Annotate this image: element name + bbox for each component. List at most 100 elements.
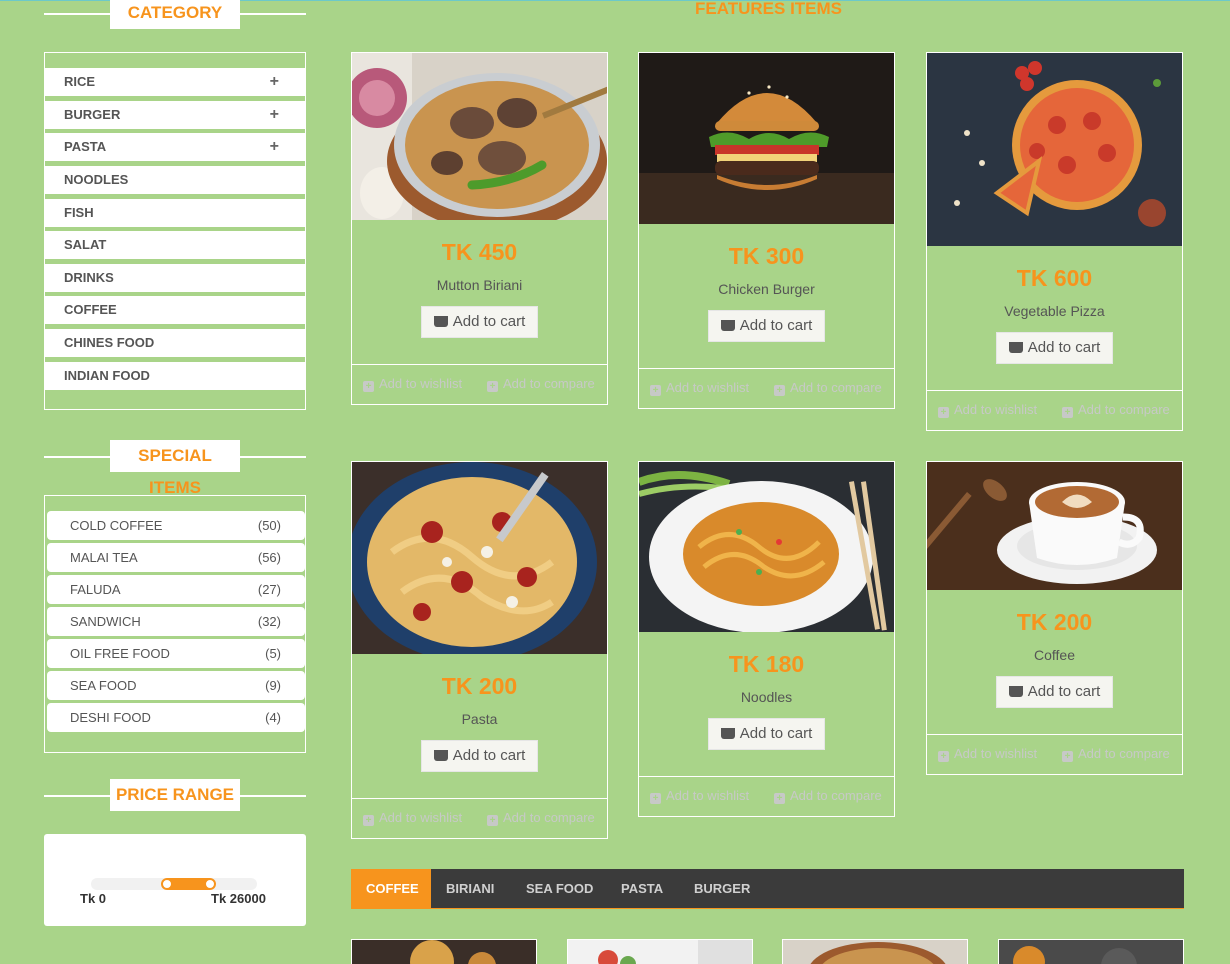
category-item-indian-food[interactable]: INDIAN FOOD (45, 362, 305, 390)
product-image[interactable] (352, 53, 607, 220)
category-item-rice[interactable]: RICE + (45, 68, 305, 96)
price-max-label: Tk 26000 (211, 891, 266, 906)
add-to-wishlist-link[interactable]: + Add to wishlist (938, 402, 1037, 418)
plus-square-icon: + (487, 815, 498, 826)
plus-icon[interactable]: + (270, 133, 279, 161)
tab-coffee[interactable]: COFFEE (351, 869, 431, 908)
special-item-malai-tea[interactable]: MALAI TEA (56) (47, 543, 305, 572)
add-to-cart-button[interactable]: Add to cart (708, 718, 825, 750)
plus-square-icon: + (774, 385, 785, 396)
special-item-sandwich[interactable]: SANDWICH (32) (47, 607, 305, 636)
plus-icon[interactable]: + (270, 68, 279, 96)
plus-square-icon: + (363, 381, 374, 392)
wishlist-label: Add to wishlist (379, 376, 463, 391)
product-card: TK 300 Chicken Burger Add to cart + Add t… (638, 52, 895, 409)
product-card: TK 450 Mutton Biriani Add to cart + Add t… (351, 52, 608, 405)
tab-product-image[interactable] (567, 939, 753, 964)
special-count: (50) (257, 518, 281, 533)
food-thumbnail-image (568, 940, 752, 964)
special-item-deshi-food[interactable]: DESHI FOOD (4) (47, 703, 305, 732)
product-price: TK 300 (728, 243, 805, 269)
category-item-drinks[interactable]: DRINKS (45, 264, 305, 292)
product-image[interactable] (927, 53, 1182, 246)
category-item-salat[interactable]: SALAT (45, 231, 305, 259)
tab-product-image[interactable] (351, 939, 537, 964)
add-to-compare-link[interactable]: + Add to compare (1062, 402, 1170, 418)
plus-square-icon: + (938, 407, 949, 418)
tab-sea-food[interactable]: SEA FOOD (511, 869, 608, 908)
add-to-cart-button[interactable]: Add to cart (421, 740, 538, 772)
tab-product-image[interactable] (998, 939, 1184, 964)
divider (927, 390, 1182, 391)
price-slider-max-handle[interactable] (205, 879, 215, 889)
shopping-cart-icon (1008, 342, 1023, 353)
add-to-compare-link[interactable]: + Add to compare (774, 788, 882, 804)
plus-square-icon: + (774, 793, 785, 804)
compare-label: Add to compare (1078, 402, 1170, 417)
add-to-wishlist-link[interactable]: + Add to wishlist (650, 380, 749, 396)
add-to-compare-link[interactable]: + Add to compare (487, 376, 595, 392)
tab-pasta[interactable]: PASTA (606, 869, 678, 908)
plus-icon[interactable]: + (270, 101, 279, 129)
add-to-wishlist-link[interactable]: + Add to wishlist (363, 810, 462, 826)
shopping-cart-icon (433, 316, 448, 327)
product-name: Chicken Burger (718, 281, 815, 297)
add-to-wishlist-link[interactable]: + Add to wishlist (650, 788, 749, 804)
special-section-title: SPECIAL ITEMS (44, 440, 306, 497)
category-label: RICE (64, 74, 96, 89)
add-to-compare-link[interactable]: + Add to compare (487, 810, 595, 826)
add-to-wishlist-link[interactable]: + Add to wishlist (938, 746, 1037, 762)
category-item-chines-food[interactable]: CHINES FOOD (45, 329, 305, 357)
plus-square-icon: + (938, 751, 949, 762)
special-label: COLD COFFEE (70, 518, 163, 533)
price-slider-min-handle[interactable] (162, 879, 172, 889)
product-image[interactable] (352, 462, 607, 654)
add-to-cart-button[interactable]: Add to cart (421, 306, 538, 338)
plus-square-icon: + (487, 381, 498, 392)
category-label: INDIAN FOOD (64, 368, 150, 383)
tab-biriani[interactable]: BIRIANI (431, 869, 509, 908)
product-image[interactable] (639, 53, 894, 224)
special-item-oil-free-food[interactable]: OIL FREE FOOD (5) (47, 639, 305, 668)
add-to-cart-label: Add to cart (452, 747, 526, 764)
category-item-noodles[interactable]: NOODLES (45, 166, 305, 194)
pizza-image (927, 53, 1182, 246)
special-item-cold-coffee[interactable]: COLD COFFEE (50) (47, 511, 305, 540)
tab-product-image[interactable] (782, 939, 968, 964)
wishlist-label: Add to wishlist (379, 810, 463, 825)
wishlist-label: Add to wishlist (954, 402, 1038, 417)
category-item-fish[interactable]: FISH (45, 199, 305, 227)
add-to-cart-button[interactable]: Add to cart (708, 310, 825, 342)
special-count: (27) (257, 582, 281, 597)
plus-square-icon: + (650, 793, 661, 804)
special-label: FALUDA (70, 582, 121, 597)
category-item-pasta[interactable]: PASTA + (45, 133, 305, 161)
divider (639, 776, 894, 777)
food-thumbnail-image (352, 940, 536, 964)
add-to-wishlist-link[interactable]: + Add to wishlist (363, 376, 462, 392)
category-label: PASTA (64, 139, 107, 154)
special-item-faluda[interactable]: FALUDA (27) (47, 575, 305, 604)
category-label: SALAT (64, 237, 107, 252)
special-count: (5) (265, 646, 281, 661)
product-image[interactable] (639, 462, 894, 632)
product-card: TK 180 Noodles Add to cart + Add to wishl… (638, 461, 895, 817)
product-name: Mutton Biriani (436, 277, 523, 293)
food-thumbnail-image (999, 940, 1183, 964)
special-item-sea-food[interactable]: SEA FOOD (9) (47, 671, 305, 700)
tab-burger[interactable]: BURGER (679, 869, 765, 908)
wishlist-label: Add to wishlist (666, 788, 750, 803)
add-to-compare-link[interactable]: + Add to compare (774, 380, 882, 396)
add-to-compare-link[interactable]: + Add to compare (1062, 746, 1170, 762)
special-label: OIL FREE FOOD (70, 646, 170, 661)
add-to-cart-button[interactable]: Add to cart (996, 676, 1113, 708)
divider (639, 368, 894, 369)
divider (352, 798, 607, 799)
category-item-burger[interactable]: BURGER + (45, 101, 305, 129)
add-to-cart-button[interactable]: Add to cart (996, 332, 1113, 364)
product-price: TK 180 (728, 651, 805, 677)
shopping-cart-icon (1008, 686, 1023, 697)
add-to-cart-label: Add to cart (739, 725, 813, 742)
category-item-coffee[interactable]: COFFEE (45, 296, 305, 324)
product-image[interactable] (927, 462, 1182, 590)
